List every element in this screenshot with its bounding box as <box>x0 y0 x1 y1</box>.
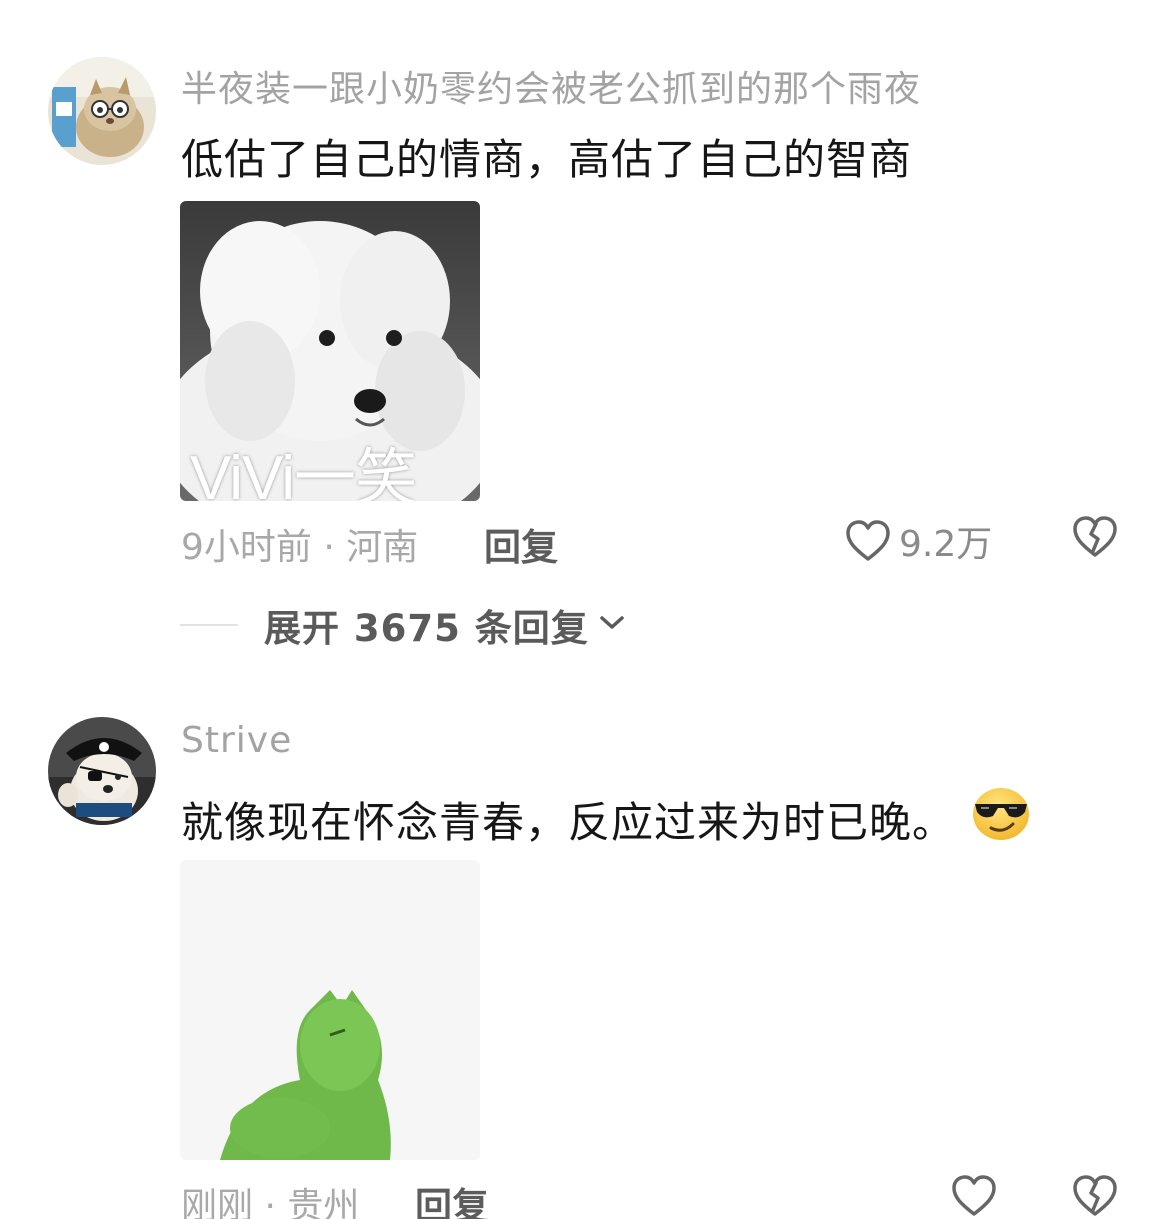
comment-list: 半夜装一跟小奶零约会被老公抓到的那个雨夜 低估了自己的情商，高估了自己的智商 V… <box>0 0 1170 1219</box>
comment-text-body: 就像现在怀念青春，反应过来为时已晚。 <box>181 797 956 847</box>
broken-heart-icon <box>1072 1174 1118 1218</box>
expand-replies-button[interactable]: 展开 3675 条回复 <box>180 598 625 652</box>
time-location: 刚刚 · 贵州 <box>181 1186 360 1219</box>
dislike-button[interactable] <box>1072 1174 1118 1218</box>
comment-sticker[interactable] <box>180 860 480 1160</box>
comment-text: 就像现在怀念青春，反应过来为时已晚。 <box>181 786 1031 852</box>
time-location: 9小时前 · 河南 <box>181 527 419 568</box>
broken-heart-icon <box>1072 515 1118 559</box>
reply-button[interactable]: 回复 <box>415 1176 489 1219</box>
dislike-button[interactable] <box>1072 515 1118 559</box>
cat-with-glasses-avatar-icon <box>48 57 156 165</box>
comment-text-body: 低估了自己的情商，高估了自己的智商 <box>181 135 913 184</box>
divider-line <box>180 624 238 626</box>
sunglasses-emoji-icon <box>971 786 1031 852</box>
chevron-down-icon <box>599 615 625 635</box>
like-button[interactable] <box>951 1174 1005 1218</box>
username[interactable]: Strive <box>181 720 292 761</box>
like-count: 9.2万 <box>899 524 993 565</box>
user-avatar[interactable] <box>48 57 156 165</box>
green-cat-sticker-icon <box>180 860 480 1160</box>
user-avatar[interactable] <box>48 717 156 825</box>
reply-button[interactable]: 回复 <box>484 517 558 571</box>
like-button[interactable]: 9.2万 <box>845 515 992 567</box>
username[interactable]: 半夜装一跟小奶零约会被老公抓到的那个雨夜 <box>181 60 921 112</box>
sticker-caption: ViVi一笑 <box>190 444 417 501</box>
heart-icon <box>951 1174 997 1218</box>
pirate-dog-avatar-icon <box>48 717 156 825</box>
heart-icon <box>845 519 891 563</box>
comment-sticker[interactable]: ViVi一笑 <box>180 201 480 501</box>
expand-replies-label: 展开 3675 条回复 <box>264 607 589 650</box>
comment-text: 低估了自己的情商，高估了自己的智商 <box>181 126 912 187</box>
